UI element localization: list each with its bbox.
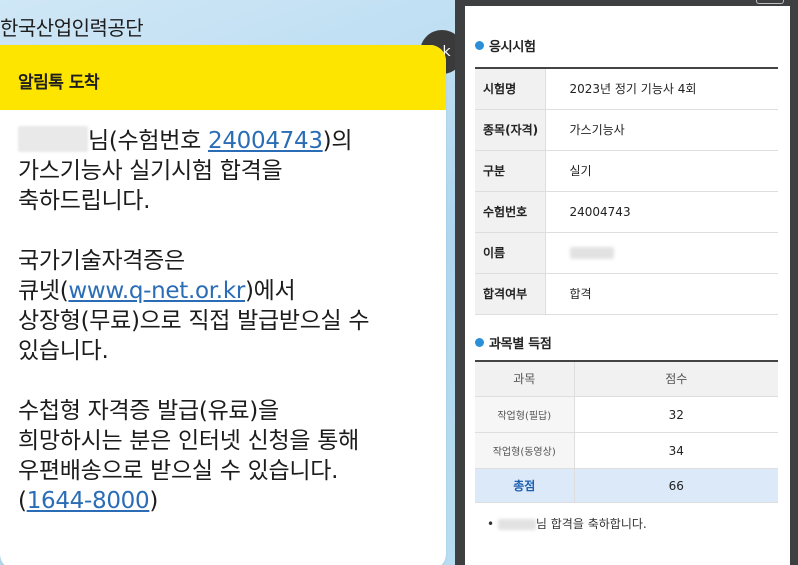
exam-info-table: 시험명 2023년 정기 기능사 4회 종목(자격) 가스기능사 구분 실기 수… [475, 67, 778, 315]
kakao-chat-panel: 한국산업인력공단 kak 알림톡 도착 님(수험번호 24004743)의 가스… [0, 0, 455, 565]
congrats-message: • 님 합격을 축하합니다. [487, 517, 647, 531]
table-row: 구분 실기 [475, 150, 778, 192]
table-header-row: 과목 점수 [475, 360, 778, 397]
table-row: 종목(자격) 가스기능사 [475, 109, 778, 151]
redacted-name [18, 126, 88, 152]
alimtalk-message-bubble[interactable]: 알림톡 도착 님(수험번호 24004743)의 가스기능사 실기시험 합격을 … [0, 45, 446, 565]
viewer-right-edge [790, 0, 798, 565]
message-paragraph-2: 국가기술자격증은 큐넷(www.q-net.or.kr)에서 상장형(무료)으로… [18, 248, 370, 364]
total-row: 총점 66 [475, 468, 778, 503]
result-document: 응시시험 시험명 2023년 정기 기능사 4회 종목(자격) 가스기능사 구분… [465, 6, 790, 565]
table-row: 시험명 2023년 정기 기능사 4회 [475, 68, 778, 110]
message-paragraph-1: 님(수험번호 24004743)의 가스기능사 실기시험 합격을 축하드립니다. [18, 126, 353, 214]
sender-name: 한국산업인력공단 [0, 16, 144, 40]
section-exam-title: 응시시험 [475, 36, 780, 55]
viewer-left-edge [455, 0, 465, 565]
section-score-title: 과목별 득점 [475, 333, 780, 352]
table-row: 이름 [475, 232, 778, 274]
score-table: 과목 점수 작업형(필답) 32 작업형(동영상) 34 총점 66 [475, 359, 778, 503]
message-body: 님(수험번호 24004743)의 가스기능사 실기시험 합격을 축하드립니다.… [0, 110, 446, 516]
bullet-dot-icon [475, 41, 484, 50]
bullet-dot-icon [475, 337, 484, 347]
phone-number-link[interactable]: 1644-8000 [27, 488, 150, 514]
qnet-result-panel: 응시시험 시험명 2023년 정기 기능사 4회 종목(자격) 가스기능사 구분… [455, 0, 798, 565]
alimtalk-header: 알림톡 도착 [0, 45, 446, 110]
redacted-name [569, 247, 614, 259]
table-row: 합격여부 합격 [475, 273, 778, 315]
qnet-url-link[interactable]: www.q-net.or.kr [68, 278, 245, 304]
table-row: 작업형(필답) 32 [475, 396, 778, 433]
redacted-name [497, 519, 536, 530]
exam-number-link[interactable]: 24004743 [208, 128, 323, 154]
viewer-close-button[interactable] [756, 0, 784, 4]
table-row: 수험번호 24004743 [475, 191, 778, 233]
message-paragraph-3: 수첩형 자격증 발급(유료)을 희망하시는 분은 인터넷 신청을 통해 우편배송… [18, 398, 359, 514]
table-row: 작업형(동영상) 34 [475, 432, 778, 469]
